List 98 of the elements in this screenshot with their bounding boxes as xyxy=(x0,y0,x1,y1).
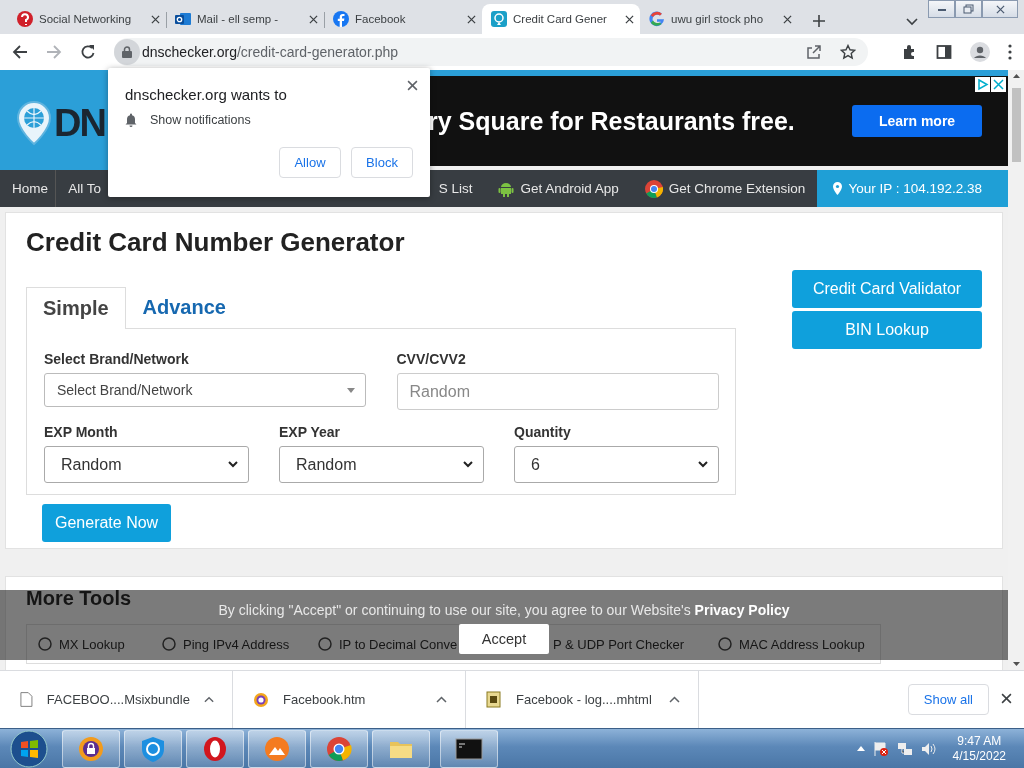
tool-link[interactable]: MAC Address Lookup xyxy=(717,636,865,652)
close-button[interactable] xyxy=(982,0,1018,18)
caret-icon xyxy=(347,387,355,393)
cvv-input-field[interactable]: Random xyxy=(396,373,719,410)
color-wheel-icon xyxy=(325,734,353,763)
favicon-icon xyxy=(17,11,33,27)
section-title: More Tools xyxy=(26,587,132,610)
scroll-up-icon[interactable] xyxy=(1012,74,1020,78)
document-icon xyxy=(486,691,502,708)
taskbar-button[interactable] xyxy=(62,729,120,768)
accept-button[interactable]: Accept xyxy=(459,624,549,654)
ad-choices-icon[interactable] xyxy=(975,77,990,92)
network-icon[interactable] xyxy=(896,740,913,757)
close-icon[interactable] xyxy=(151,14,160,24)
caret-up-icon[interactable] xyxy=(436,696,447,703)
chevron-down-icon xyxy=(698,461,708,468)
favicon-icon xyxy=(175,11,191,27)
nav-link[interactable]: Get Android App xyxy=(486,170,633,207)
side-panel-icon[interactable] xyxy=(936,44,952,60)
padlock-app-icon xyxy=(77,734,105,763)
profile-avatar-icon[interactable] xyxy=(970,42,990,62)
cookie-notice-text: By clicking "Accept" or continuing to use our site, you agree to our Website's Privacy Policy xyxy=(218,602,790,618)
reload-icon[interactable] xyxy=(80,44,96,60)
tool-link[interactable]: MX Lookup xyxy=(37,636,125,652)
select-field[interactable]: Random xyxy=(279,446,484,483)
chevron-down-icon[interactable] xyxy=(906,18,918,26)
minimize-icon xyxy=(936,6,947,12)
lock-icon[interactable] xyxy=(122,46,132,58)
taskbar-button[interactable] xyxy=(440,729,498,768)
menu-icon[interactable] xyxy=(1008,44,1012,60)
favicon-icon xyxy=(491,11,507,27)
field-label: CVV/CVV2 xyxy=(396,351,467,367)
learn-more-button[interactable]: Learn more xyxy=(852,105,982,137)
flag-icon[interactable] xyxy=(872,740,889,757)
nav-link[interactable]: All To xyxy=(56,170,104,207)
caret-up-icon[interactable] xyxy=(669,696,680,703)
privacy-policy-link[interactable]: Privacy Policy xyxy=(694,602,790,618)
logo-text: DN xyxy=(54,101,105,145)
ring-app-icon xyxy=(201,734,229,763)
close-icon[interactable] xyxy=(783,14,792,24)
back-icon[interactable] xyxy=(12,44,28,60)
tool-link[interactable]: Ping IPv4 Address xyxy=(161,636,290,652)
browser-tab[interactable]: Credit Card Gener xyxy=(482,4,640,34)
nav-link[interactable]: Get Chrome Extension xyxy=(632,170,818,207)
globe-pin-icon xyxy=(16,100,52,146)
star-icon[interactable] xyxy=(840,44,856,60)
field-label: EXP Year xyxy=(279,424,341,440)
android-icon xyxy=(498,180,515,197)
permission-button[interactable]: Allow xyxy=(279,147,341,178)
share-icon[interactable] xyxy=(806,44,822,60)
page-title: Credit Card Number Generator xyxy=(26,227,406,258)
form-tab[interactable]: Simple xyxy=(26,287,126,329)
ad-headline: ry Square for Restaurants free. xyxy=(428,106,796,136)
plus-icon[interactable] xyxy=(812,14,826,28)
close-icon[interactable] xyxy=(995,4,1005,14)
browser-tab[interactable]: Social Networking xyxy=(8,4,166,34)
start-orb-icon[interactable] xyxy=(10,729,48,768)
tool-link[interactable]: IP to Decimal Conve xyxy=(317,636,458,652)
browser-tab[interactable]: Mail - ell semp - xyxy=(166,4,324,34)
scroll-thumb[interactable] xyxy=(1011,88,1021,162)
field-label: Quantity xyxy=(514,424,572,440)
minimize-button[interactable] xyxy=(928,0,955,18)
close-icon[interactable] xyxy=(309,14,318,24)
caret-up-icon[interactable] xyxy=(856,746,865,751)
show-all-button[interactable]: Show all xyxy=(907,684,989,715)
browser-tab[interactable]: Facebook xyxy=(324,4,482,34)
favicon-icon xyxy=(333,11,349,27)
field-label: EXP Month xyxy=(44,424,119,440)
favicon-icon xyxy=(649,11,665,27)
tool-link[interactable]: P & UDP Port Checker xyxy=(553,636,684,652)
form-tab[interactable]: Advance xyxy=(125,286,243,328)
restore-button[interactable] xyxy=(955,0,982,18)
bell-icon xyxy=(125,113,137,127)
scroll-down-icon[interactable] xyxy=(1012,662,1020,666)
close-icon[interactable] xyxy=(407,80,418,91)
chevron-down-icon xyxy=(228,461,238,468)
close-icon[interactable] xyxy=(1001,693,1012,704)
color-wheel-icon xyxy=(644,179,663,198)
chevron-down-icon xyxy=(463,461,473,468)
permission-button[interactable]: Block xyxy=(351,147,413,178)
browser-tab[interactable]: uwu girl stock pho xyxy=(640,4,798,34)
select-field[interactable]: 6 xyxy=(514,446,719,483)
popup-title: dnschecker.org wants to xyxy=(125,86,288,103)
permission-label: Show notifications xyxy=(150,113,251,127)
nav-link[interactable]: S List xyxy=(438,170,485,207)
file-icon xyxy=(20,691,33,708)
brand-dropdown[interactable]: Select Brand/Network xyxy=(44,373,366,407)
field-label: Select Brand/Network xyxy=(44,351,190,367)
caret-up-icon[interactable] xyxy=(203,696,214,703)
address-bar[interactable]: dnschecker.org/credit-card-generator.php xyxy=(114,38,868,66)
ip-address-label: Your IP : 104.192.2.38 xyxy=(817,170,1008,207)
close-icon[interactable] xyxy=(625,14,634,24)
close-icon[interactable] xyxy=(467,14,476,24)
restore-icon xyxy=(963,4,974,14)
ring-icon xyxy=(253,691,269,708)
clock[interactable]: 9:47 AM 4/15/2022 xyxy=(952,733,1006,764)
select-field[interactable]: Random xyxy=(44,446,249,483)
shield-app-icon xyxy=(139,734,167,763)
